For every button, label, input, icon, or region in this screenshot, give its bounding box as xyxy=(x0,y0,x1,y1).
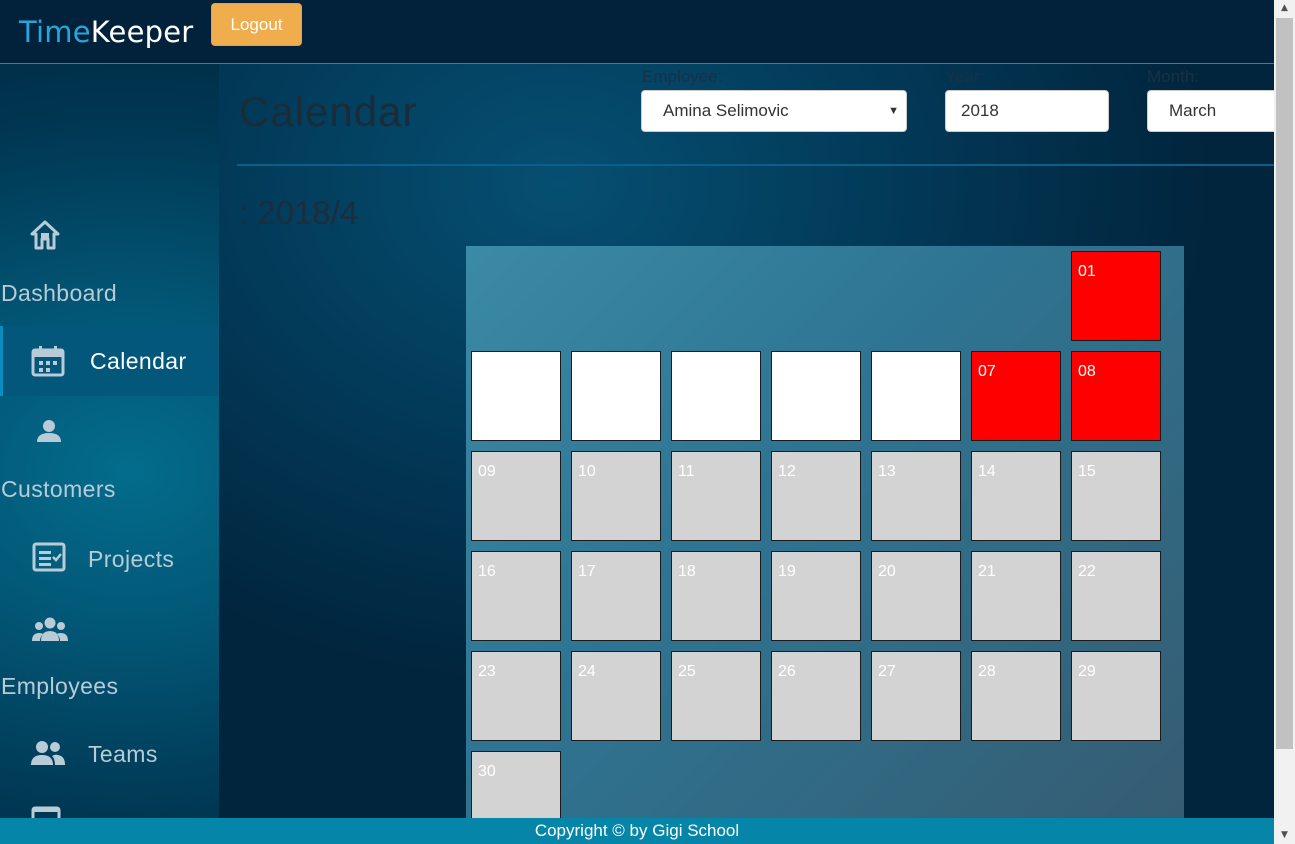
month-select-value: March xyxy=(1169,101,1217,120)
calendar-day-cell[interactable]: 28 xyxy=(971,651,1061,741)
calendar-day-cell[interactable]: 13 xyxy=(871,451,961,541)
calendar-day-cell[interactable]: 20 xyxy=(871,551,961,641)
vertical-scrollbar[interactable]: ▲ ▼ xyxy=(1274,0,1295,844)
calendar-day-cell[interactable]: 10 xyxy=(571,451,661,541)
calendar-day-cell[interactable]: 07 xyxy=(971,351,1061,441)
chevron-down-icon: ▼ xyxy=(888,105,899,117)
month-label: Month: xyxy=(1147,67,1199,86)
calendar-day-cell[interactable]: 11 xyxy=(671,451,761,541)
calendar-day-cell[interactable]: 23 xyxy=(471,651,561,741)
calendar-day-cell[interactable]: 01 xyxy=(1071,251,1161,341)
footer: Copyright © by Gigi School xyxy=(0,818,1274,844)
user-icon xyxy=(34,416,64,450)
sidebar-item-label: Teams xyxy=(88,741,158,767)
year-input-value: 2018 xyxy=(961,101,999,120)
calendar-icon xyxy=(31,345,65,381)
employee-select-value: Amina Selimovic xyxy=(663,101,789,120)
calendar-period-heading: : 2018/4 xyxy=(239,194,359,231)
calendar-day-cell[interactable]: 22 xyxy=(1071,551,1161,641)
calendar-day-cell[interactable]: 26 xyxy=(771,651,861,741)
calendar-day-cell[interactable]: 15 xyxy=(1071,451,1161,541)
brand-part-time: Time xyxy=(19,15,91,49)
sidebar-item-label: Dashboard xyxy=(1,280,118,306)
calendar-day-cell[interactable] xyxy=(571,351,661,441)
top-navbar: TimeKeeper Logout xyxy=(0,0,1274,64)
calendar-day-cell[interactable]: 25 xyxy=(671,651,761,741)
scroll-up-arrow-icon[interactable]: ▲ xyxy=(1274,0,1295,17)
sidebar-item-projects[interactable]: Projects xyxy=(0,524,219,594)
scroll-down-arrow-icon[interactable]: ▼ xyxy=(1274,827,1295,844)
page-title: Calendar xyxy=(239,88,418,135)
calendar-day-cell[interactable] xyxy=(871,351,961,441)
sidebar-item-dashboard[interactable]: Dashboard xyxy=(0,199,219,315)
calendar-day-cell[interactable]: 18 xyxy=(671,551,761,641)
calendar-day-cell[interactable]: 27 xyxy=(871,651,961,741)
calendar-day-cell[interactable]: 09 xyxy=(471,451,561,541)
brand-part-keeper: Keeper xyxy=(90,15,194,49)
sidebar-item-label: Employees xyxy=(1,673,119,699)
calendar-day-cell[interactable]: 08 xyxy=(1071,351,1161,441)
sidebar-item-calendar[interactable]: Calendar xyxy=(0,326,219,396)
document-icon xyxy=(31,806,61,818)
team-icon xyxy=(30,738,66,772)
year-label: Year: xyxy=(945,67,985,86)
brand-logo[interactable]: TimeKeeper xyxy=(19,14,193,50)
calendar-day-cell[interactable] xyxy=(671,351,761,441)
calendar-day-cell[interactable]: 19 xyxy=(771,551,861,641)
sidebar-item-employees[interactable]: Employees xyxy=(0,600,219,710)
year-input[interactable]: 2018 xyxy=(945,90,1109,132)
calendar-day-cell[interactable]: 21 xyxy=(971,551,1061,641)
checklist-icon xyxy=(32,542,66,576)
month-select[interactable]: March xyxy=(1147,90,1274,132)
calendar-day-cell[interactable]: 14 xyxy=(971,451,1061,541)
calendar-day-cell[interactable]: 24 xyxy=(571,651,661,741)
sidebar-item-label: Projects xyxy=(88,546,175,572)
employee-label: Employee: xyxy=(642,67,723,86)
home-icon xyxy=(29,219,61,255)
calendar-day-cell[interactable]: 16 xyxy=(471,551,561,641)
logout-button[interactable]: Logout xyxy=(211,3,302,46)
scroll-thumb[interactable] xyxy=(1276,18,1293,749)
calendar-day-cell[interactable] xyxy=(771,351,861,441)
calendar-day-cell[interactable]: 17 xyxy=(571,551,661,641)
sidebar-item-customers[interactable]: Customers xyxy=(0,400,219,510)
sidebar-item-label: Customers xyxy=(1,476,116,502)
calendar-day-cell[interactable]: 12 xyxy=(771,451,861,541)
copyright-text: Copyright © by Gigi School xyxy=(534,821,740,840)
employee-select[interactable]: Amina Selimovic ▼ xyxy=(641,90,907,132)
group-icon xyxy=(31,614,69,648)
sidebar: Dashboard Calendar Customers Projects Em… xyxy=(0,64,219,818)
calendar-day-cell[interactable] xyxy=(471,351,561,441)
calendar-day-cell[interactable]: 29 xyxy=(1071,651,1161,741)
sidebar-item-teams[interactable]: Teams xyxy=(0,721,219,791)
title-divider xyxy=(237,164,1274,166)
sidebar-item-partial[interactable] xyxy=(0,802,219,818)
calendar-grid: 01 07 08 09 10 11 12 13 14 15 16 17 18 19 20 21 22 23 24 25… xyxy=(466,246,1184,841)
sidebar-item-label: Calendar xyxy=(90,348,187,374)
